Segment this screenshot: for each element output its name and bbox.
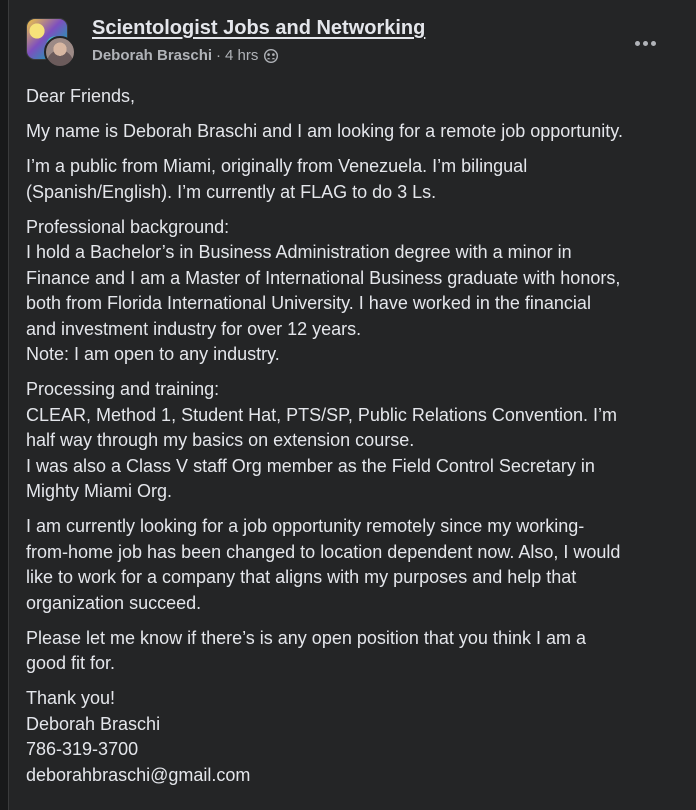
paragraph-processing-training: Processing and training: CLEAR, Method 1… [26,379,617,501]
meta-separator: · [216,47,222,64]
post-meta: Deborah Braschi · 4 hrs [92,47,279,64]
author-name-link[interactable]: Deborah Braschi [92,47,212,64]
author-avatar[interactable] [44,36,76,68]
more-options-icon [634,40,656,46]
group-members-icon[interactable] [264,48,279,63]
paragraph-professional-background: Professional background: I hold a Bachel… [26,216,621,365]
more-options-button[interactable] [625,26,665,60]
paragraph-request: Please let me know if there’s is any ope… [26,627,586,674]
paragraph-intro: My name is Deborah Braschi and I am look… [26,121,623,141]
paragraph-origin: I’m a public from Miami, originally from… [26,156,528,202]
paragraph-signoff: Thank you! Deborah Braschi 786-319-3700 … [26,688,251,785]
paragraph-greeting: Dear Friends, [26,86,136,106]
paragraph-looking: I am currently looking for a job opportu… [26,516,621,613]
post-card: Scientologist Jobs and Networking Debora… [8,0,696,810]
post-header: Scientologist Jobs and Networking Debora… [9,0,696,80]
group-name-link[interactable]: Scientologist Jobs and Networking [92,17,425,40]
post-body: Dear Friends, My name is Deborah Braschi… [26,84,686,798]
post-timestamp[interactable]: 4 hrs [225,47,258,64]
avatar-stack[interactable] [26,18,78,70]
